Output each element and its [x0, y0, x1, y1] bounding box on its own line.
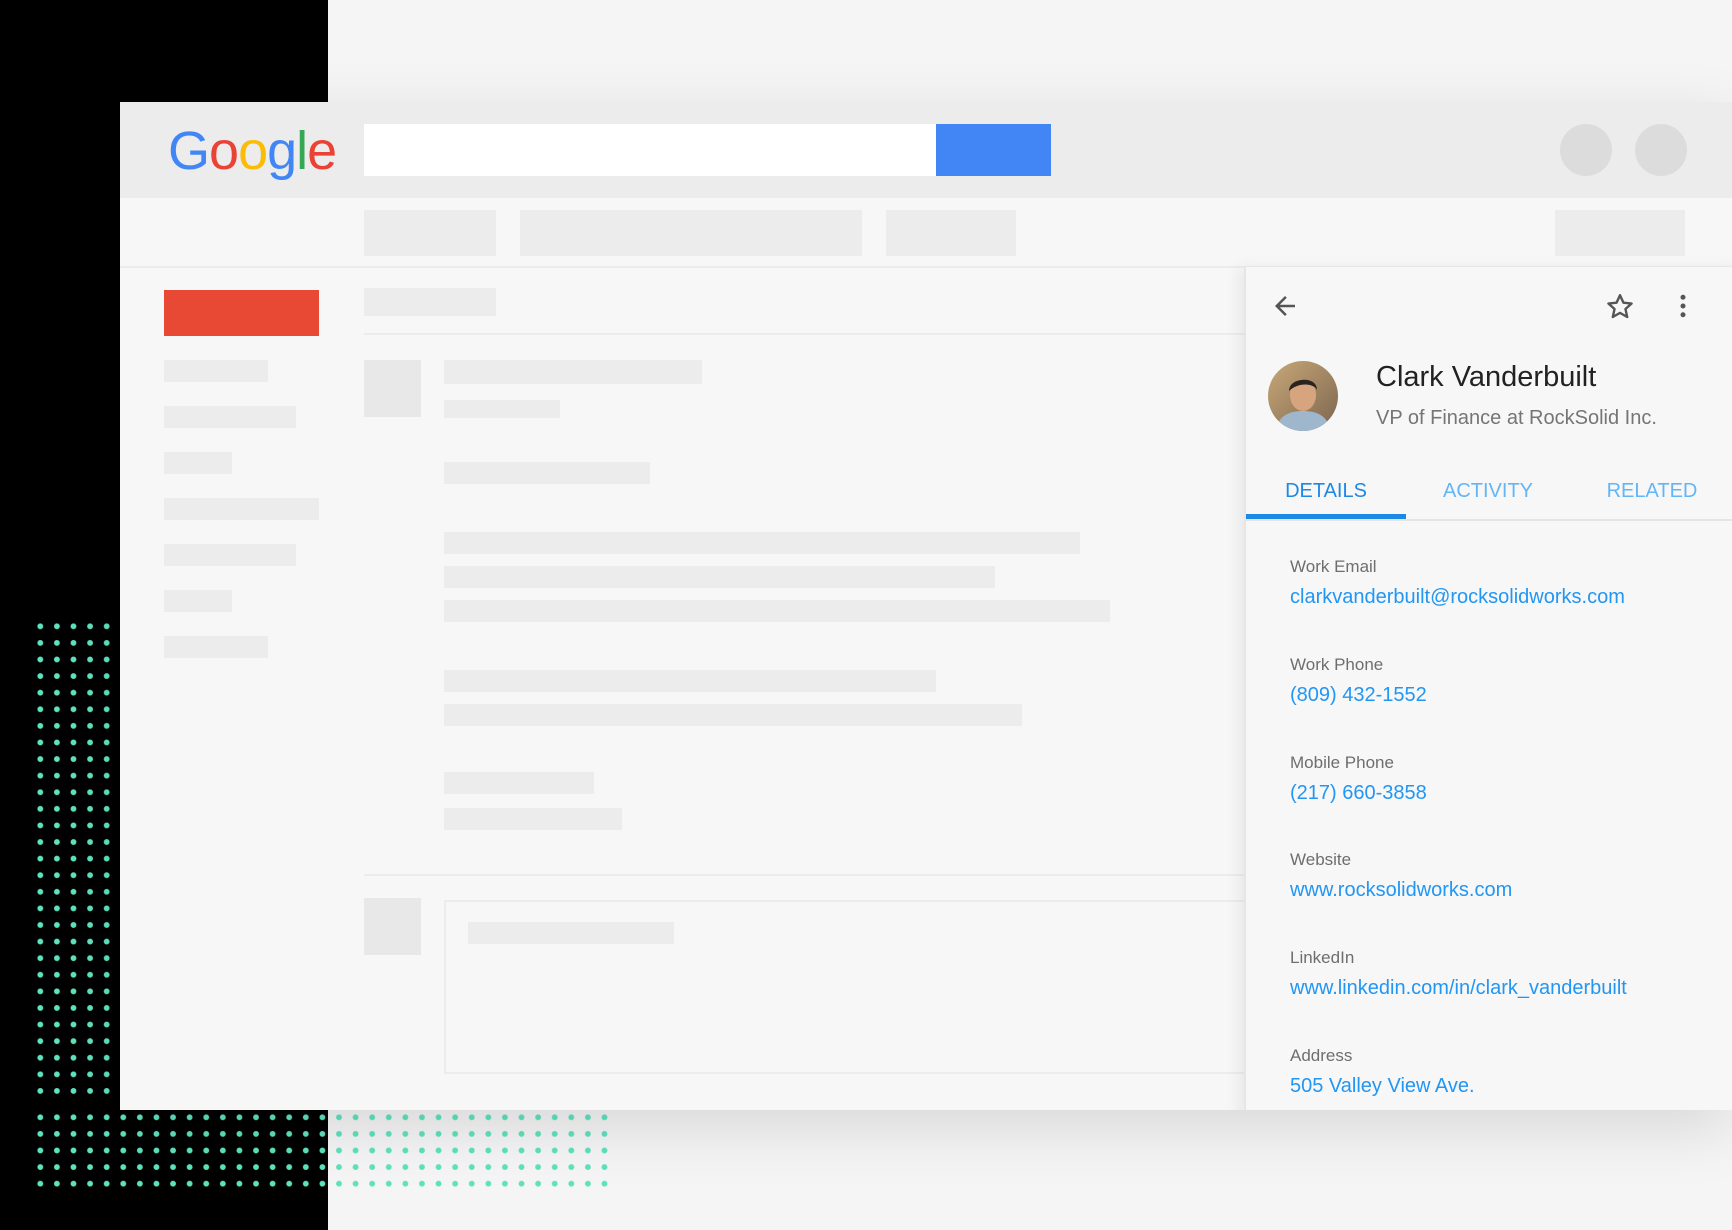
contact-panel: Clark Vanderbuilt VP of Finance at RockS… — [1244, 267, 1732, 1110]
message-divider — [364, 874, 1244, 876]
toolbar-placeholder — [520, 210, 862, 256]
field-label: Address — [1290, 1046, 1353, 1065]
field-work-email: Work Email clarkvanderbuilt@rocksolidwor… — [1290, 557, 1625, 609]
subject-placeholder — [364, 288, 496, 316]
text-line-placeholder — [444, 670, 936, 692]
search-input[interactable] — [364, 124, 938, 176]
reply-text-placeholder — [468, 922, 674, 944]
sidebar-item-placeholder[interactable] — [164, 544, 296, 566]
tab-details[interactable]: DETAILS — [1246, 465, 1406, 519]
tab-activity[interactable]: ACTIVITY — [1406, 465, 1570, 519]
search-button[interactable] — [936, 124, 1051, 176]
compose-button[interactable] — [164, 290, 319, 336]
contact-tabs: DETAILS ACTIVITY RELATED — [1246, 465, 1732, 521]
sender-avatar-placeholder — [364, 360, 421, 417]
google-logo[interactable]: Google — [168, 120, 337, 182]
star-outline-icon[interactable] — [1604, 291, 1636, 323]
reply-box[interactable] — [444, 900, 1294, 1074]
address-link[interactable]: 505 Valley View Ave. — [1290, 1075, 1475, 1098]
text-line-placeholder — [444, 600, 1110, 622]
text-line-placeholder — [444, 462, 650, 484]
field-label: Work Phone — [1290, 655, 1384, 674]
tab-related[interactable]: RELATED — [1570, 465, 1732, 519]
work-email-link[interactable]: clarkvanderbuilt@rocksolidworks.com — [1290, 586, 1625, 609]
field-work-phone: Work Phone (809) 432-1552 — [1290, 655, 1427, 707]
sidebar-item-placeholder[interactable] — [164, 636, 268, 658]
field-label: Work Email — [1290, 557, 1377, 576]
text-line-placeholder — [444, 566, 995, 588]
toolbar-placeholder — [1555, 210, 1685, 256]
field-label: LinkedIn — [1290, 948, 1355, 967]
field-linkedin: LinkedIn www.linkedin.com/in/clark_vande… — [1290, 948, 1627, 1000]
more-vert-icon[interactable] — [1668, 291, 1698, 321]
field-website: Website www.rocksolidworks.com — [1290, 850, 1512, 902]
top-bar: Google — [120, 102, 1732, 198]
sender-name-placeholder — [444, 360, 702, 384]
subject-divider — [364, 333, 1244, 335]
contact-title: VP of Finance at RockSolid Inc. — [1376, 407, 1657, 429]
text-line-placeholder — [444, 808, 622, 830]
text-line-placeholder — [444, 772, 594, 794]
contact-name: Clark Vanderbuilt — [1376, 361, 1597, 393]
field-label: Website — [1290, 850, 1352, 869]
text-line-placeholder — [444, 704, 1022, 726]
toolbar-placeholder — [364, 210, 496, 256]
dot-pattern-vertical — [32, 618, 116, 1104]
apps-avatar-placeholder[interactable] — [1560, 124, 1612, 176]
arrow-back-icon[interactable] — [1270, 291, 1300, 321]
field-label: Mobile Phone — [1290, 753, 1394, 772]
sidebar-item-placeholder[interactable] — [164, 406, 296, 428]
mobile-phone-link[interactable]: (217) 660-3858 — [1290, 782, 1427, 805]
account-avatar-placeholder[interactable] — [1635, 124, 1687, 176]
field-mobile-phone: Mobile Phone (217) 660-3858 — [1290, 753, 1427, 805]
text-line-placeholder — [444, 532, 1080, 554]
sidebar-item-placeholder[interactable] — [164, 360, 268, 382]
sender-meta-placeholder — [444, 400, 560, 418]
gmail-window: Google Clark Vanderbuilt VP of Finance a… — [120, 102, 1732, 1110]
work-phone-link[interactable]: (809) 432-1552 — [1290, 684, 1427, 707]
field-address: Address 505 Valley View Ave. — [1290, 1046, 1475, 1098]
toolbar-placeholder — [886, 210, 1016, 256]
linkedin-link[interactable]: www.linkedin.com/in/clark_vanderbuilt — [1290, 977, 1627, 1000]
sidebar-item-placeholder[interactable] — [164, 498, 319, 520]
sidebar-item-placeholder[interactable] — [164, 452, 232, 474]
contact-avatar — [1268, 361, 1338, 431]
reply-avatar-placeholder — [364, 898, 421, 955]
dot-pattern-horizontal — [32, 1109, 608, 1193]
website-link[interactable]: www.rocksolidworks.com — [1290, 879, 1512, 902]
sidebar-item-placeholder[interactable] — [164, 590, 232, 612]
